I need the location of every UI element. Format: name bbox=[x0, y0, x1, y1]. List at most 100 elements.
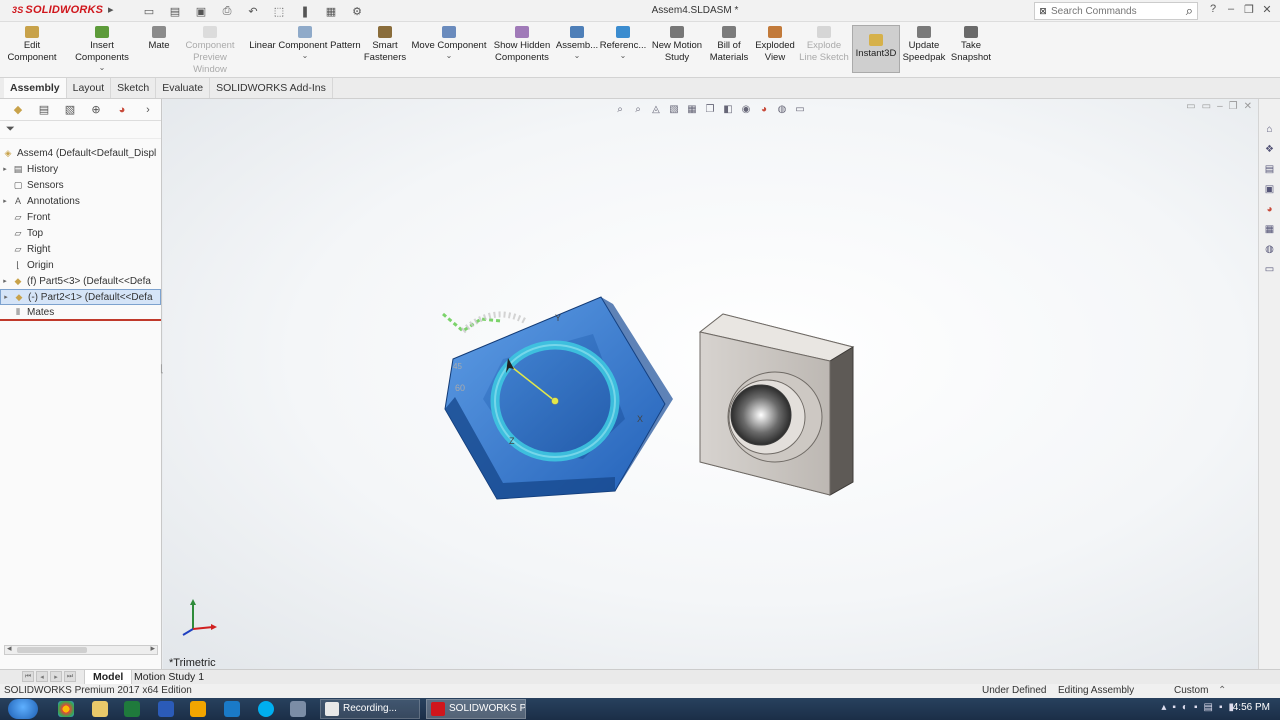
prev-tab-icon[interactable]: ◂ bbox=[36, 671, 48, 682]
scroll-right-icon[interactable]: ▸ bbox=[150, 643, 155, 654]
tree-item-front-plane[interactable]: ▱ Front bbox=[0, 209, 161, 225]
edit-component-button[interactable]: Edit Component bbox=[4, 26, 60, 64]
close-icon[interactable]: ✕ bbox=[1260, 3, 1274, 16]
unit-system[interactable]: Custom bbox=[1174, 684, 1208, 698]
tree-item-sensors[interactable]: ▢ Sensors bbox=[0, 177, 161, 193]
tree-item-top-plane[interactable]: ▱ Top bbox=[0, 225, 161, 241]
file-properties-icon[interactable]: ▦ bbox=[318, 3, 344, 19]
design-library-icon[interactable]: ▤ bbox=[1262, 161, 1278, 177]
display-manager-icon[interactable]: ◕ bbox=[112, 102, 132, 118]
excel-icon[interactable] bbox=[124, 701, 140, 717]
chevron-down-icon[interactable]: ⌄ bbox=[302, 52, 309, 60]
bill-of-materials-button[interactable]: Bill of Materials bbox=[706, 26, 752, 64]
selected-blue-part[interactable] bbox=[444, 296, 673, 500]
show-hidden-button[interactable]: Show Hidden Components bbox=[492, 26, 552, 64]
forum-icon[interactable]: ▭ bbox=[1262, 261, 1278, 277]
insert-components-button[interactable]: Insert Components ⌄ bbox=[62, 26, 142, 72]
configuration-manager-icon[interactable]: ▧ bbox=[60, 102, 80, 118]
tray-app-icon[interactable]: ▪ bbox=[1219, 702, 1223, 713]
linear-pattern-button[interactable]: Linear Component Pattern ⌄ bbox=[248, 26, 362, 60]
chevron-down-icon[interactable]: ⌄ bbox=[99, 64, 106, 72]
tree-horizontal-scrollbar[interactable]: ◂ ▸ bbox=[4, 643, 158, 655]
view-palette-icon[interactable]: ◍ bbox=[1262, 241, 1278, 257]
update-speedpak-button[interactable]: Update Speedpak bbox=[902, 26, 946, 64]
search-commands[interactable]: ⊠ ⌕ bbox=[1034, 2, 1198, 20]
rebuild-icon[interactable]: ❚ bbox=[292, 3, 318, 19]
tab-sketch[interactable]: Sketch bbox=[111, 78, 157, 98]
explode-line-sketch-button[interactable]: Explode Line Sketch bbox=[798, 26, 850, 64]
filter-icon[interactable]: ⏷ bbox=[6, 123, 15, 136]
search-icon[interactable]: ⌕ bbox=[1186, 3, 1193, 19]
first-tab-icon[interactable]: ⏮ bbox=[22, 671, 34, 682]
expand-icon[interactable]: ▸ bbox=[0, 165, 10, 173]
task-solidworks[interactable]: SOLIDWORKS P... bbox=[426, 699, 526, 719]
expand-icon[interactable]: ▸ bbox=[0, 277, 10, 285]
tab-evaluate[interactable]: Evaluate bbox=[156, 78, 211, 98]
restore-icon[interactable]: ❐ bbox=[1242, 3, 1256, 16]
menu-expand-icon[interactable]: ▸ bbox=[108, 3, 114, 16]
save-icon[interactable]: ▣ bbox=[188, 3, 214, 19]
new-icon[interactable]: ▭ bbox=[136, 3, 162, 19]
smart-fasteners-button[interactable]: Smart Fasteners bbox=[362, 26, 408, 64]
ie-icon[interactable] bbox=[224, 701, 240, 717]
preview-window-button[interactable]: Component Preview Window bbox=[176, 26, 244, 76]
network-tool-icon[interactable] bbox=[290, 701, 306, 717]
tree-item-part5[interactable]: ▸ ◆ (f) Part5<3> (Default<<Defa bbox=[0, 273, 161, 289]
exploded-view-button[interactable]: Exploded View bbox=[754, 26, 796, 64]
next-tab-icon[interactable]: ▸ bbox=[50, 671, 62, 682]
graphics-area[interactable]: ⌕ ⌕ ◬ ▧ ▦ ❐ ◧ ◉ ◕ ◍ ▭ ▭ ▭ – ❐ ✕ 60 45 Y … bbox=[163, 99, 1258, 669]
explorer-icon[interactable] bbox=[92, 701, 108, 717]
word-icon[interactable] bbox=[158, 701, 174, 717]
tree-item-part2[interactable]: ▸ ◆ (-) Part2<1> (Default<<Defa bbox=[0, 289, 161, 305]
tree-item-history[interactable]: ▸ ▤ History bbox=[0, 161, 161, 177]
show-hidden-icons-icon[interactable]: ▴ bbox=[1161, 702, 1166, 713]
reference-geometry-button[interactable]: Referenc... ⌄ bbox=[600, 26, 646, 60]
select-icon[interactable]: ⬚ bbox=[266, 3, 292, 19]
chevron-right-icon[interactable]: › bbox=[138, 102, 158, 118]
file-explorer-icon[interactable]: ▣ bbox=[1262, 181, 1278, 197]
appearances-icon[interactable]: ◕ bbox=[1262, 201, 1278, 217]
chrome-icon[interactable] bbox=[58, 701, 74, 717]
filter-row[interactable]: ⏷ bbox=[0, 121, 161, 139]
scroll-left-icon[interactable]: ◂ bbox=[7, 643, 12, 654]
task-recording[interactable]: Recording... bbox=[320, 699, 420, 719]
property-manager-icon[interactable]: ▤ bbox=[34, 102, 54, 118]
custom-properties-icon[interactable]: ▦ bbox=[1262, 221, 1278, 237]
skype-icon[interactable] bbox=[258, 701, 274, 717]
minimize-icon[interactable]: – bbox=[1224, 3, 1238, 16]
tab-motion-study[interactable]: Motion Study 1 bbox=[126, 670, 212, 685]
last-tab-icon[interactable]: ⏭ bbox=[64, 671, 76, 682]
tree-root[interactable]: ◈ Assem4 (Default<Default_Displ bbox=[0, 145, 161, 161]
tray-app-icon[interactable]: ▪ bbox=[1194, 702, 1198, 713]
start-button[interactable] bbox=[8, 699, 38, 719]
scroll-thumb[interactable] bbox=[17, 647, 87, 653]
resources-icon[interactable]: ❖ bbox=[1262, 141, 1278, 157]
tray-app-icon[interactable]: ▪ bbox=[1172, 702, 1176, 713]
chevron-down-icon[interactable]: ⌄ bbox=[620, 52, 627, 60]
home-icon[interactable]: ⌂ bbox=[1262, 121, 1278, 137]
new-motion-study-button[interactable]: New Motion Study bbox=[650, 26, 704, 64]
feature-tree-icon[interactable]: ◆ bbox=[8, 102, 28, 118]
expand-icon[interactable]: ▸ bbox=[0, 197, 10, 205]
move-component-button[interactable]: Move Component ⌄ bbox=[408, 26, 490, 60]
open-icon[interactable]: ▤ bbox=[162, 3, 188, 19]
volume-icon[interactable]: ◐ bbox=[1182, 702, 1188, 713]
undo-icon[interactable]: ↶ bbox=[240, 3, 266, 19]
search-input[interactable] bbox=[1051, 5, 1171, 17]
tab-addins[interactable]: SOLIDWORKS Add-Ins bbox=[210, 78, 333, 98]
expand-icon[interactable]: ▸ bbox=[1, 293, 11, 301]
tree-item-right-plane[interactable]: ▱ Right bbox=[0, 241, 161, 257]
chevron-down-icon[interactable]: ⌄ bbox=[446, 52, 453, 60]
solidworks-logo[interactable]: 3S SOLIDWORKS bbox=[12, 4, 103, 16]
tab-layout[interactable]: Layout bbox=[67, 78, 112, 98]
mate-button[interactable]: Mate bbox=[144, 26, 174, 52]
file-manager-icon[interactable] bbox=[190, 701, 206, 717]
take-snapshot-button[interactable]: Take Snapshot bbox=[948, 26, 994, 64]
tree-item-annotations[interactable]: ▸ A Annotations bbox=[0, 193, 161, 209]
tab-assembly[interactable]: Assembly bbox=[4, 78, 67, 98]
gray-bracket-part[interactable] bbox=[698, 313, 855, 496]
dimxpert-icon[interactable]: ⊕ bbox=[86, 102, 106, 118]
assembly-features-button[interactable]: Assemb... ⌄ bbox=[554, 26, 600, 60]
tree-item-origin[interactable]: ⌊ Origin bbox=[0, 257, 161, 273]
tree-item-mates[interactable]: ⫴ Mates bbox=[0, 305, 161, 321]
